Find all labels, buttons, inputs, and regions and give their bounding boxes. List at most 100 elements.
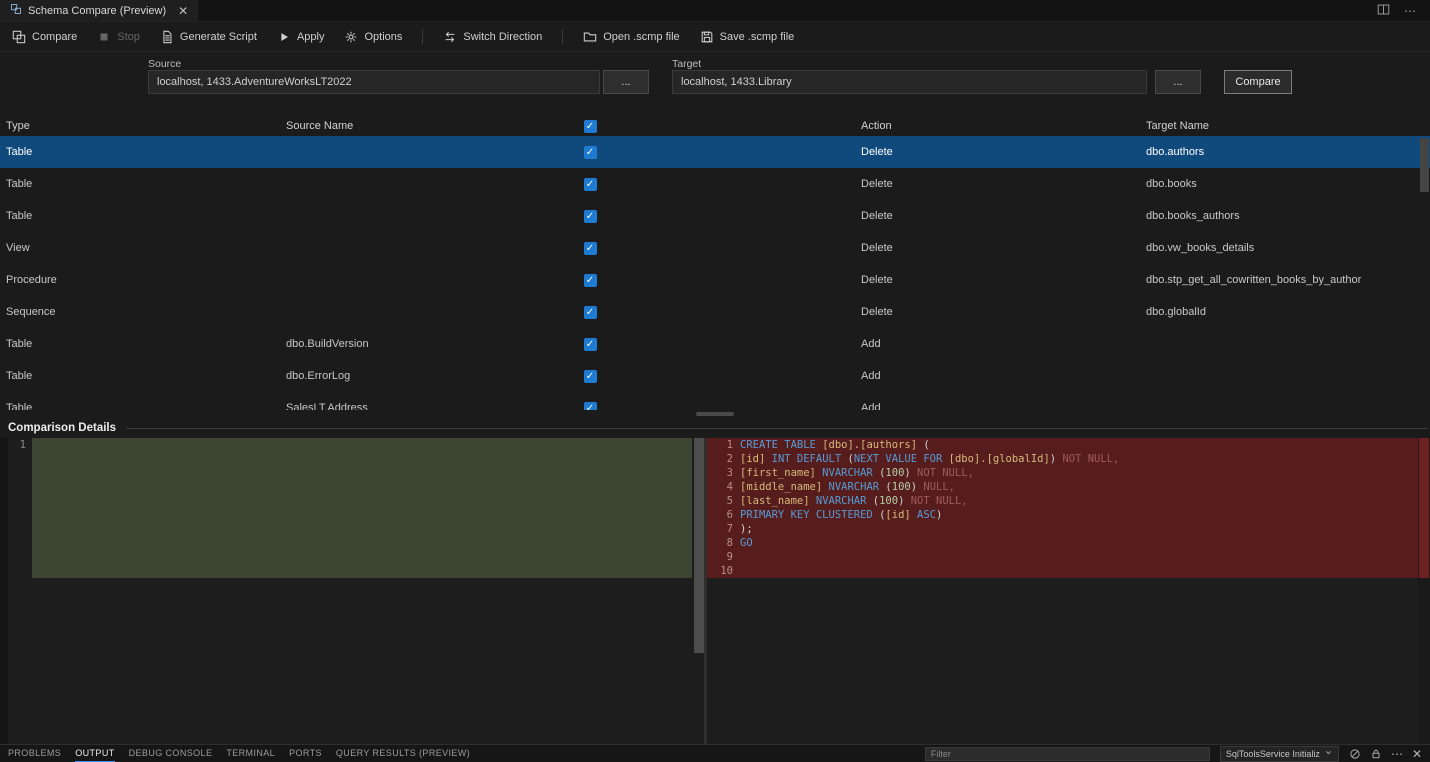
code-line: 5[last_name] NVARCHAR (100) NOT NULL, xyxy=(707,494,1418,508)
more-icon[interactable]: ⋯ xyxy=(1391,748,1403,760)
target-browse-button[interactable]: ... xyxy=(1155,70,1201,94)
row-source-name: dbo.BuildVersion xyxy=(280,338,575,350)
table-row[interactable]: Procedure✓Deletedbo.stp_get_all_cowritte… xyxy=(0,264,1430,296)
tab-title: Schema Compare (Preview) xyxy=(28,5,166,17)
toolbar-apply-button[interactable]: Apply xyxy=(277,30,325,44)
row-target-name: dbo.stp_get_all_cowritten_books_by_autho… xyxy=(1140,274,1430,286)
line-text: [first_name] NVARCHAR (100) NOT NULL, xyxy=(740,466,974,480)
row-type: Table xyxy=(0,402,280,410)
row-include-checkbox[interactable]: ✓ xyxy=(584,210,597,223)
table-row[interactable]: Table✓Deletedbo.books_authors xyxy=(0,200,1430,232)
line-text: [middle_name] NVARCHAR (100) NULL, xyxy=(740,480,955,494)
row-type: View xyxy=(0,242,280,254)
table-row[interactable]: Tabledbo.ErrorLog✓Add xyxy=(0,360,1430,392)
panel-tab-terminal[interactable]: TERMINAL xyxy=(226,745,275,762)
line-text: [id] INT DEFAULT (NEXT VALUE FOR [dbo].[… xyxy=(740,452,1119,466)
header-action[interactable]: Action xyxy=(855,120,1140,132)
comparison-grid: Type Source Name ✓ Action Target Name Ta… xyxy=(0,116,1430,410)
table-row[interactable]: Table✓Deletedbo.books xyxy=(0,168,1430,200)
panel-tab-ports[interactable]: PORTS xyxy=(289,745,322,762)
table-row[interactable]: Sequence✓Deletedbo.globalId xyxy=(0,296,1430,328)
line-number: 10 xyxy=(707,564,740,578)
header-source-name[interactable]: Source Name xyxy=(280,120,575,132)
row-type: Table xyxy=(0,210,280,222)
code-line: 3[first_name] NVARCHAR (100) NOT NULL, xyxy=(707,466,1418,480)
split-editor-icon[interactable] xyxy=(1377,3,1390,18)
toolbar-switch-direction-button[interactable]: Switch Direction xyxy=(443,30,542,44)
table-row[interactable]: TableSalesLT.Address✓Add xyxy=(0,392,1430,410)
overview-ruler[interactable] xyxy=(1418,438,1430,744)
more-actions-icon[interactable]: ⋯ xyxy=(1404,5,1416,17)
table-row[interactable]: View✓Deletedbo.vw_books_details xyxy=(0,232,1430,264)
table-row[interactable]: Table✓Deletedbo.authors xyxy=(0,136,1430,168)
panel-action-icons: ⋯✕ xyxy=(1349,748,1422,760)
editor-actions: ⋯ xyxy=(1377,0,1430,21)
output-channel-select[interactable]: SqlToolsService Initializ xyxy=(1220,746,1339,762)
panel-tab-debug-console[interactable]: DEBUG CONSOLE xyxy=(129,745,213,762)
row-include-checkbox[interactable]: ✓ xyxy=(584,370,597,383)
source-input[interactable] xyxy=(148,70,600,94)
table-row[interactable]: Tabledbo.BuildVersion✓Add xyxy=(0,328,1430,360)
diff-source-pane[interactable]: 1 xyxy=(8,438,704,744)
row-action: Delete xyxy=(855,146,1140,158)
code-line: 1CREATE TABLE [dbo].[authors] ( xyxy=(707,438,1418,452)
header-select-all-checkbox[interactable]: ✓ xyxy=(584,120,597,133)
row-include-checkbox[interactable]: ✓ xyxy=(584,274,597,287)
row-include-checkbox[interactable]: ✓ xyxy=(584,178,597,191)
code-line: 7); xyxy=(707,522,1418,536)
stop-icon xyxy=(97,30,111,44)
source-browse-button[interactable]: ... xyxy=(603,70,649,94)
panel-tab-problems[interactable]: PROBLEMS xyxy=(8,745,61,762)
save-icon xyxy=(700,30,714,44)
lock-icon[interactable] xyxy=(1370,748,1382,760)
row-type: Procedure xyxy=(0,274,280,286)
open-icon xyxy=(583,30,597,44)
clear-output-icon[interactable] xyxy=(1349,748,1361,760)
overview-removed-segment xyxy=(1419,438,1429,578)
line-text: [last_name] NVARCHAR (100) NOT NULL, xyxy=(740,494,968,508)
source-line-number: 1 xyxy=(8,438,26,452)
panel-splitter[interactable] xyxy=(0,410,1430,418)
row-action: Delete xyxy=(855,242,1140,254)
diff-target-pane[interactable]: 1CREATE TABLE [dbo].[authors] (2[id] INT… xyxy=(707,438,1430,744)
compare-run-button[interactable]: Compare xyxy=(1224,70,1292,94)
splitter-grip xyxy=(696,412,734,416)
panel-actions: SqlToolsService Initializ ⋯✕ xyxy=(925,746,1422,762)
options-icon xyxy=(344,30,358,44)
editor-tab-bar: Schema Compare (Preview) ✕ ⋯ xyxy=(0,0,1430,22)
toolbar-label: Open .scmp file xyxy=(603,31,679,43)
output-filter-input[interactable] xyxy=(925,747,1210,761)
target-input[interactable] xyxy=(672,70,1147,94)
compare-icon xyxy=(12,30,26,44)
panel-tab-query-results-preview[interactable]: QUERY RESULTS (PREVIEW) xyxy=(336,745,470,762)
panel-tab-output[interactable]: OUTPUT xyxy=(75,745,114,762)
toolbar-generate-script-button[interactable]: Generate Script xyxy=(160,30,257,44)
row-include-checkbox[interactable]: ✓ xyxy=(584,242,597,255)
close-icon[interactable]: ✕ xyxy=(1412,748,1422,760)
line-number: 5 xyxy=(707,494,740,508)
header-type[interactable]: Type xyxy=(0,120,280,132)
row-include-checkbox[interactable]: ✓ xyxy=(584,146,597,159)
code-line: 6PRIMARY KEY CLUSTERED ([id] ASC) xyxy=(707,508,1418,522)
row-target-name: dbo.books xyxy=(1140,178,1430,190)
schema-compare-toolbar: Compare Stop Generate Script Apply Options Sw… xyxy=(0,22,1430,52)
tab-close-icon[interactable]: ✕ xyxy=(178,5,188,17)
toolbar-options-button[interactable]: Options xyxy=(344,30,402,44)
tab-schema-compare[interactable]: Schema Compare (Preview) ✕ xyxy=(0,0,198,21)
toolbar-label: Stop xyxy=(117,31,140,43)
source-pane-scrollbar[interactable] xyxy=(694,438,704,653)
code-line: 2[id] INT DEFAULT (NEXT VALUE FOR [dbo].… xyxy=(707,452,1418,466)
toolbar-open-scmp-button[interactable]: Open .scmp file xyxy=(583,30,679,44)
toolbar-compare-button[interactable]: Compare xyxy=(12,30,77,44)
code-line: 10 xyxy=(707,564,1418,578)
row-include-checkbox[interactable]: ✓ xyxy=(584,402,597,411)
line-text: CREATE TABLE [dbo].[authors] ( xyxy=(740,438,930,452)
toolbar-save-scmp-button[interactable]: Save .scmp file xyxy=(700,30,795,44)
apply-icon xyxy=(277,30,291,44)
grid-scrollbar[interactable] xyxy=(1420,138,1429,192)
switch-icon xyxy=(443,30,457,44)
row-include-checkbox[interactable]: ✓ xyxy=(584,306,597,319)
output-channel-value: SqlToolsService Initializ xyxy=(1226,749,1320,759)
row-include-checkbox[interactable]: ✓ xyxy=(584,338,597,351)
header-target-name[interactable]: Target Name xyxy=(1140,120,1430,132)
